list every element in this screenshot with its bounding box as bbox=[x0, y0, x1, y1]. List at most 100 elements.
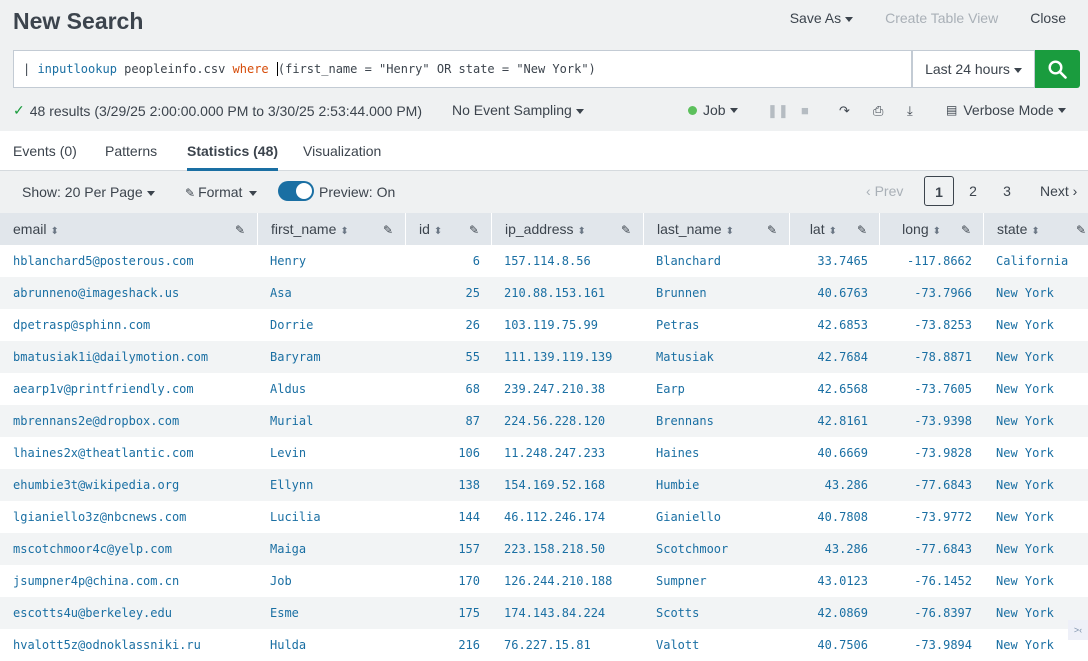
cell-lat[interactable]: 40.6669 bbox=[790, 437, 868, 469]
create-table-view-link[interactable]: Create Table View bbox=[885, 10, 998, 26]
cell-first-name[interactable]: Henry bbox=[270, 245, 400, 277]
resize-handle-icon[interactable]: >‹ bbox=[1068, 620, 1088, 640]
tab-events[interactable]: Events (0) bbox=[13, 143, 77, 159]
tab-patterns[interactable]: Patterns bbox=[105, 143, 157, 159]
cell-email[interactable]: dpetrasp@sphinn.com bbox=[13, 309, 253, 341]
cell-long[interactable]: -73.9772 bbox=[880, 501, 972, 533]
cell-lat[interactable]: 40.7506 bbox=[790, 629, 868, 661]
cell-long[interactable]: -73.8253 bbox=[880, 309, 972, 341]
edit-column-icon[interactable]: ✎ bbox=[1076, 214, 1086, 246]
page-3-button[interactable]: 3 bbox=[992, 176, 1022, 206]
edit-column-icon[interactable]: ✎ bbox=[857, 214, 867, 246]
column-header-lat[interactable]: lat ⬍ ✎ bbox=[790, 213, 880, 245]
cell-long[interactable]: -78.8871 bbox=[880, 341, 972, 373]
cell-id[interactable]: 68 bbox=[406, 373, 480, 405]
cell-last-name[interactable]: Haines bbox=[656, 437, 786, 469]
cell-ip-address[interactable]: 11.248.247.233 bbox=[504, 437, 644, 469]
column-header-ip-address[interactable]: ip_address ⬍ ✎ bbox=[492, 213, 644, 245]
cell-last-name[interactable]: Scotts bbox=[656, 597, 786, 629]
cell-id[interactable]: 6 bbox=[406, 245, 480, 277]
cell-long[interactable]: -73.7966 bbox=[880, 277, 972, 309]
edit-column-icon[interactable]: ✎ bbox=[235, 214, 245, 246]
cell-first-name[interactable]: Dorrie bbox=[270, 309, 400, 341]
stop-icon[interactable]: ■ bbox=[801, 103, 809, 118]
search-query-input[interactable]: | inputlookup peopleinfo.csv where (firs… bbox=[13, 50, 912, 88]
cell-email[interactable]: mscotchmoor4c@yelp.com bbox=[13, 533, 253, 565]
cell-first-name[interactable]: Ellynn bbox=[270, 469, 400, 501]
cell-first-name[interactable]: Murial bbox=[270, 405, 400, 437]
cell-ip-address[interactable]: 174.143.84.224 bbox=[504, 597, 644, 629]
cell-long[interactable]: -77.6843 bbox=[880, 533, 972, 565]
cell-email[interactable]: aearp1v@printfriendly.com bbox=[13, 373, 253, 405]
cell-lat[interactable]: 40.6763 bbox=[790, 277, 868, 309]
cell-lat[interactable]: 42.6853 bbox=[790, 309, 868, 341]
cell-state[interactable]: New York bbox=[996, 341, 1088, 373]
cell-last-name[interactable]: Valott bbox=[656, 629, 786, 661]
export-icon[interactable]: ⤓ bbox=[907, 103, 913, 119]
cell-ip-address[interactable]: 223.158.218.50 bbox=[504, 533, 644, 565]
edit-column-icon[interactable]: ✎ bbox=[767, 214, 777, 246]
cell-first-name[interactable]: Lucilia bbox=[270, 501, 400, 533]
per-page-menu[interactable]: Show: 20 Per Page bbox=[22, 184, 155, 200]
column-header-id[interactable]: id ⬍ ✎ bbox=[406, 213, 492, 245]
cell-last-name[interactable]: Sumpner bbox=[656, 565, 786, 597]
cell-lat[interactable]: 43.286 bbox=[790, 533, 868, 565]
share-icon[interactable]: ↷ bbox=[839, 103, 850, 119]
cell-ip-address[interactable]: 111.139.119.139 bbox=[504, 341, 644, 373]
preview-toggle[interactable] bbox=[278, 181, 314, 201]
cell-id[interactable]: 170 bbox=[406, 565, 480, 597]
cell-ip-address[interactable]: 154.169.52.168 bbox=[504, 469, 644, 501]
cell-email[interactable]: lgianiello3z@nbcnews.com bbox=[13, 501, 253, 533]
cell-long[interactable]: -117.8662 bbox=[880, 245, 972, 277]
cell-long[interactable]: -73.7605 bbox=[880, 373, 972, 405]
cell-long[interactable]: -73.9828 bbox=[880, 437, 972, 469]
time-range-picker[interactable]: Last 24 hours bbox=[912, 50, 1035, 88]
cell-id[interactable]: 26 bbox=[406, 309, 480, 341]
cell-last-name[interactable]: Petras bbox=[656, 309, 786, 341]
column-header-last-name[interactable]: last_name ⬍ ✎ bbox=[644, 213, 790, 245]
format-menu[interactable]: ✎ Format bbox=[185, 184, 258, 200]
column-header-long[interactable]: long ⬍ ✎ bbox=[880, 213, 984, 245]
cell-state[interactable]: New York bbox=[996, 501, 1088, 533]
cell-ip-address[interactable]: 103.119.75.99 bbox=[504, 309, 644, 341]
cell-first-name[interactable]: Job bbox=[270, 565, 400, 597]
column-header-email[interactable]: email ⬍ ✎ bbox=[0, 213, 258, 245]
cell-lat[interactable]: 42.6568 bbox=[790, 373, 868, 405]
cell-long[interactable]: -73.9398 bbox=[880, 405, 972, 437]
cell-first-name[interactable]: Maiga bbox=[270, 533, 400, 565]
cell-lat[interactable]: 40.7808 bbox=[790, 501, 868, 533]
page-1-button[interactable]: 1 bbox=[924, 176, 954, 206]
tab-statistics[interactable]: Statistics (48) bbox=[187, 143, 279, 171]
search-button[interactable] bbox=[1035, 50, 1080, 88]
print-icon[interactable]: ⎙ bbox=[873, 103, 883, 119]
cell-lat[interactable]: 42.8161 bbox=[790, 405, 868, 437]
cell-id[interactable]: 216 bbox=[406, 629, 480, 661]
cell-state[interactable]: New York bbox=[996, 437, 1088, 469]
cell-first-name[interactable]: Levin bbox=[270, 437, 400, 469]
cell-state[interactable]: New York bbox=[996, 277, 1088, 309]
cell-first-name[interactable]: Asa bbox=[270, 277, 400, 309]
cell-email[interactable]: abrunneno@imageshack.us bbox=[13, 277, 253, 309]
cell-first-name[interactable]: Esme bbox=[270, 597, 400, 629]
cell-ip-address[interactable]: 239.247.210.38 bbox=[504, 373, 644, 405]
cell-ip-address[interactable]: 210.88.153.161 bbox=[504, 277, 644, 309]
cell-email[interactable]: bmatusiak1i@dailymotion.com bbox=[13, 341, 253, 373]
cell-id[interactable]: 106 bbox=[406, 437, 480, 469]
edit-column-icon[interactable]: ✎ bbox=[383, 214, 393, 246]
cell-email[interactable]: ehumbie3t@wikipedia.org bbox=[13, 469, 253, 501]
cell-last-name[interactable]: Blanchard bbox=[656, 245, 786, 277]
close-button[interactable]: Close bbox=[1030, 10, 1066, 26]
column-header-state[interactable]: state ⬍ ✎ bbox=[984, 213, 1088, 245]
cell-id[interactable]: 87 bbox=[406, 405, 480, 437]
cell-state[interactable]: New York bbox=[996, 373, 1088, 405]
job-menu[interactable]: Job bbox=[688, 102, 738, 118]
cell-last-name[interactable]: Scotchmoor bbox=[656, 533, 786, 565]
cell-email[interactable]: mbrennans2e@dropbox.com bbox=[13, 405, 253, 437]
cell-state[interactable]: New York bbox=[996, 565, 1088, 597]
prev-page-button[interactable]: ‹ Prev bbox=[866, 183, 903, 199]
cell-state[interactable]: California bbox=[996, 245, 1088, 277]
page-2-button[interactable]: 2 bbox=[958, 176, 988, 206]
tab-visualization[interactable]: Visualization bbox=[303, 143, 381, 159]
cell-last-name[interactable]: Humbie bbox=[656, 469, 786, 501]
cell-ip-address[interactable]: 46.112.246.174 bbox=[504, 501, 644, 533]
